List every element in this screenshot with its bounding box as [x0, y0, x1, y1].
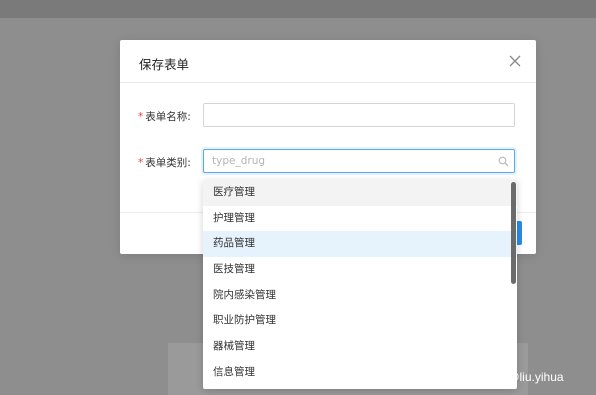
required-mark: *	[138, 111, 144, 123]
form-name-input[interactable]	[203, 103, 515, 127]
required-mark: *	[138, 157, 144, 169]
dialog-header: 保存表单	[120, 40, 536, 83]
dropdown-option[interactable]: 药品管理	[203, 231, 517, 258]
dropdown-option[interactable]: 院内感染管理	[203, 283, 517, 309]
form-name-label-text: 表单名称:	[145, 111, 191, 123]
dialog-title: 保存表单	[139, 57, 190, 72]
dropdown-option[interactable]: 护理管理	[203, 206, 517, 232]
dropdown-option[interactable]: 医技管理	[203, 257, 517, 283]
watermark: CSDN @liu.yihua	[470, 370, 564, 384]
form-name-label: * 表单名称:	[138, 109, 191, 124]
dropdown-option[interactable]: 医疗管理	[203, 180, 517, 206]
dropdown-option[interactable]: 器械管理	[203, 334, 517, 360]
close-icon[interactable]	[508, 54, 522, 68]
search-icon	[498, 156, 509, 167]
form-category-label: * 表单类别:	[138, 155, 191, 170]
dropdown-scrollbar[interactable]	[511, 182, 516, 284]
category-dropdown: 医疗管理 护理管理 药品管理 医技管理 院内感染管理 职业防护管理 器械管理 信…	[203, 180, 517, 389]
form-row-category: * 表单类别:	[120, 149, 536, 175]
form-category-label-text: 表单类别:	[145, 157, 191, 169]
dropdown-option[interactable]: 职业防护管理	[203, 308, 517, 334]
form-category-select-input[interactable]	[203, 149, 515, 173]
form-row-name: * 表单名称:	[120, 103, 536, 129]
backdrop-top-bar	[0, 0, 596, 18]
